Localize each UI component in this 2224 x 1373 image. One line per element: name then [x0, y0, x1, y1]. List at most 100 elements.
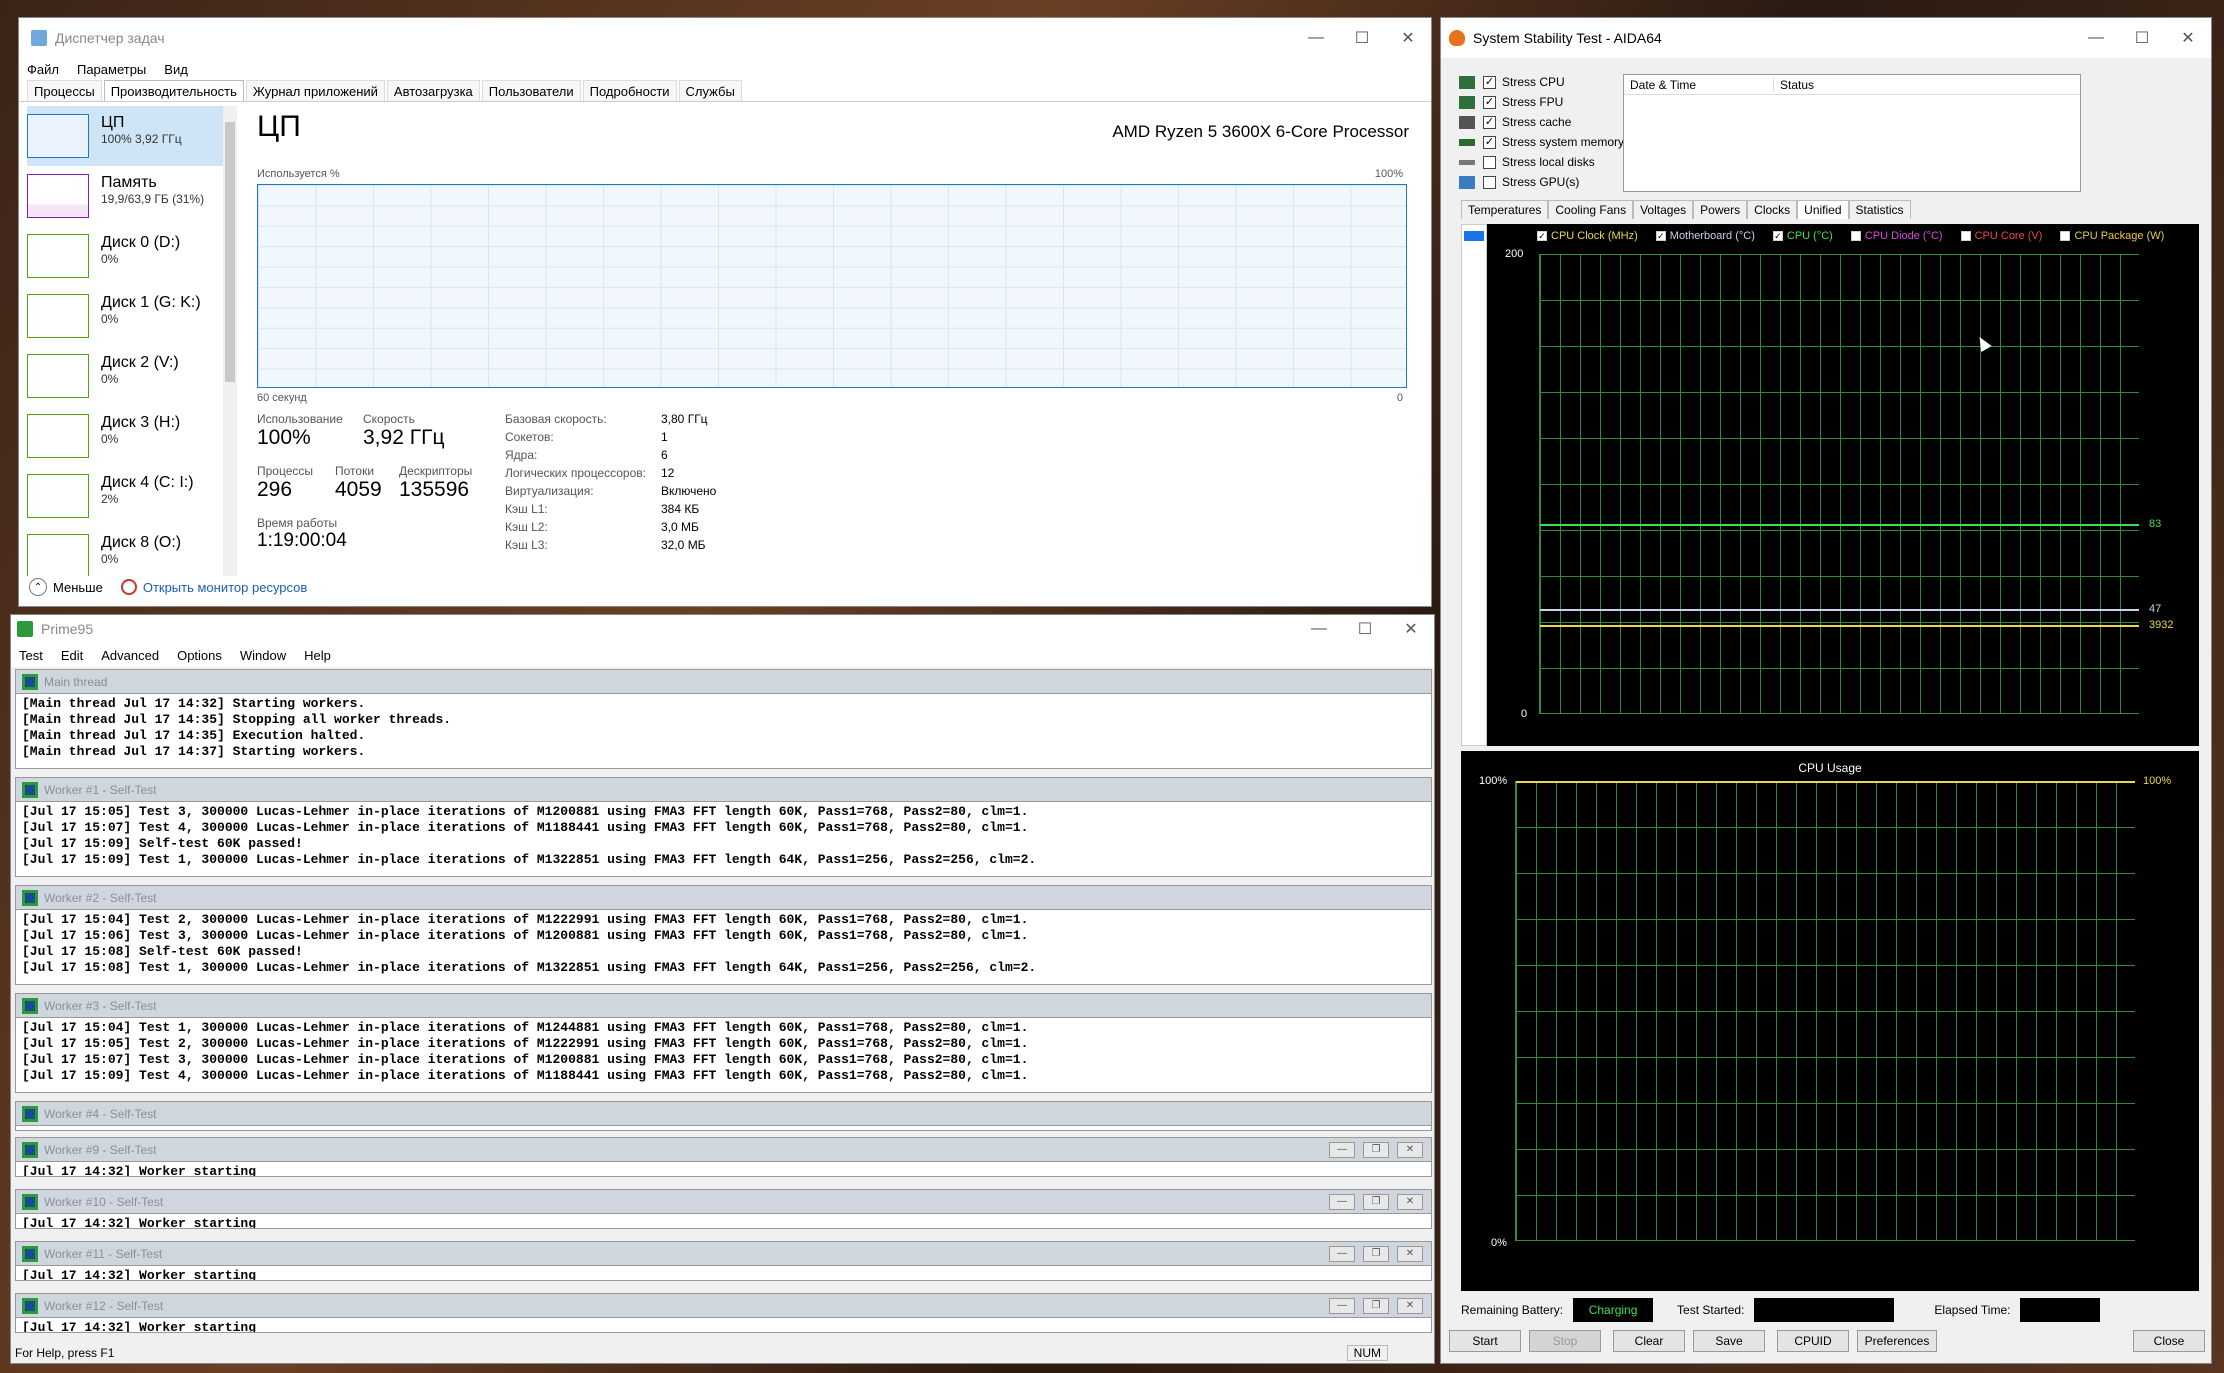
- checkbox-unchecked[interactable]: [1483, 155, 1496, 169]
- sidebar-item-cpu[interactable]: ЦП 100% 3,92 ГГц: [27, 106, 237, 166]
- close-icon[interactable]: ✕: [1385, 18, 1431, 58]
- menu-window[interactable]: Window: [240, 648, 286, 663]
- sidebar-item-disk2[interactable]: Диск 2 (V:) 0%: [27, 346, 237, 406]
- menu-options[interactable]: Параметры: [77, 62, 146, 77]
- menu-options[interactable]: Options: [177, 648, 222, 663]
- stress-gpu-option[interactable]: Stress GPU(s): [1459, 172, 1624, 192]
- checkbox-checked[interactable]: ✓: [1655, 231, 1666, 241]
- aida-titlebar[interactable]: System Stability Test - AIDA64 — ☐ ✕: [1441, 18, 2211, 58]
- worker-10-window[interactable]: Worker #10 - Self-Test — ❐ ✕ [Jul 17 14:32…: [15, 1189, 1432, 1229]
- checkbox-checked[interactable]: ✓: [1483, 95, 1496, 109]
- graph-side-scroll[interactable]: [1461, 224, 1487, 746]
- sidebar-item-disk3[interactable]: Диск 3 (H:) 0%: [27, 406, 237, 466]
- checkbox-unchecked[interactable]: [2060, 231, 2071, 241]
- menu-advanced[interactable]: Advanced: [101, 648, 159, 663]
- chevron-up-icon[interactable]: ⌃: [29, 578, 47, 596]
- worker-4-window[interactable]: Worker #4 - Self-Test: [15, 1101, 1432, 1131]
- maximize-icon[interactable]: ☐: [1339, 18, 1385, 58]
- checkbox-checked[interactable]: ✓: [1537, 231, 1547, 241]
- column-status[interactable]: Status: [1774, 78, 1814, 92]
- checkbox-checked[interactable]: ✓: [1772, 231, 1783, 241]
- column-date-time[interactable]: Date & Time: [1624, 77, 1774, 92]
- close-icon[interactable]: ✕: [1388, 615, 1434, 643]
- tab-powers[interactable]: Powers: [1693, 200, 1748, 219]
- legend-cpu-core[interactable]: CPU Core (V): [1960, 230, 2042, 242]
- tab-app-history[interactable]: Журнал приложений: [245, 80, 385, 101]
- menu-file[interactable]: Файл: [27, 62, 59, 77]
- fewer-details-link[interactable]: Меньше: [53, 580, 103, 595]
- maximize-icon[interactable]: ☐: [1342, 615, 1388, 643]
- legend-cpu-package[interactable]: CPU Package (W): [2060, 230, 2164, 242]
- main-thread-window[interactable]: Main thread [Main thread Jul 17 14:32] S…: [15, 669, 1432, 769]
- sidebar-scrollbar[interactable]: [223, 106, 237, 576]
- menu-test[interactable]: Test: [19, 648, 43, 663]
- tab-services[interactable]: Службы: [678, 80, 742, 101]
- minimize-icon[interactable]: —: [1293, 18, 1339, 58]
- stop-button[interactable]: Stop: [1529, 1330, 1601, 1352]
- close-icon[interactable]: ✕: [1397, 1193, 1423, 1210]
- tab-unified[interactable]: Unified: [1797, 200, 1849, 219]
- minimize-icon[interactable]: —: [2073, 18, 2119, 58]
- tab-processes[interactable]: Процессы: [27, 80, 102, 101]
- sidebar-item-disk4[interactable]: Диск 4 (C: I:) 2%: [27, 466, 237, 526]
- p95-titlebar[interactable]: Prime95 — ☐ ✕: [11, 615, 1434, 643]
- tab-users[interactable]: Пользователи: [481, 80, 581, 101]
- tab-details[interactable]: Подробности: [582, 80, 677, 101]
- tab-temperatures[interactable]: Temperatures: [1461, 200, 1549, 219]
- stress-disks-option[interactable]: Stress local disks: [1459, 152, 1624, 172]
- worker-12-window[interactable]: Worker #12 - Self-Test — ❐ ✕ [Jul 17 14:32…: [15, 1293, 1432, 1333]
- status-log-table[interactable]: Date & Time Status: [1623, 74, 2081, 192]
- restore-icon[interactable]: ❐: [1363, 1245, 1389, 1262]
- minimize-icon[interactable]: —: [1296, 615, 1342, 643]
- stress-cpu-option[interactable]: ✓ Stress CPU: [1459, 72, 1624, 92]
- restore-icon[interactable]: ❐: [1363, 1141, 1389, 1158]
- checkbox-unchecked[interactable]: [1850, 231, 1861, 241]
- menu-view[interactable]: Вид: [164, 62, 188, 77]
- close-icon[interactable]: ✕: [1397, 1245, 1423, 1262]
- minimize-icon[interactable]: —: [1329, 1193, 1355, 1210]
- sidebar-item-memory[interactable]: Память 19,9/63,9 ГБ (31%): [27, 166, 237, 226]
- tab-clocks[interactable]: Clocks: [1747, 200, 1798, 219]
- stress-cache-option[interactable]: ✓ Stress cache: [1459, 112, 1624, 132]
- minimize-icon[interactable]: —: [1329, 1245, 1355, 1262]
- start-button[interactable]: Start: [1449, 1330, 1521, 1352]
- tm-titlebar[interactable]: Диспетчер задач — ☐ ✕: [19, 18, 1431, 58]
- checkbox-checked[interactable]: ✓: [1483, 135, 1496, 149]
- checkbox-checked[interactable]: ✓: [1483, 115, 1496, 129]
- checkbox-unchecked[interactable]: [1960, 231, 1971, 241]
- cpuid-button[interactable]: CPUID: [1777, 1330, 1849, 1352]
- worker-1-window[interactable]: Worker #1 - Self-Test [Jul 17 15:05] Tes…: [15, 777, 1432, 877]
- checkbox-checked[interactable]: ✓: [1483, 75, 1496, 89]
- legend-cpu-temp[interactable]: ✓ CPU (°C): [1772, 230, 1833, 242]
- stress-memory-option[interactable]: ✓ Stress system memory: [1459, 132, 1624, 152]
- legend-motherboard[interactable]: ✓ Motherboard (°C): [1655, 230, 1755, 242]
- sidebar-item-disk0[interactable]: Диск 0 (D:) 0%: [27, 226, 237, 286]
- worker-9-window[interactable]: Worker #9 - Self-Test — ❐ ✕ [Jul 17 14:32]…: [15, 1137, 1432, 1177]
- worker-11-window[interactable]: Worker #11 - Self-Test — ❐ ✕ [Jul 17 14:32…: [15, 1241, 1432, 1281]
- legend-cpu-clock[interactable]: ✓ CPU Clock (MHz): [1537, 230, 1638, 242]
- scrollbar-thumb[interactable]: [225, 122, 235, 382]
- sidebar-item-disk1[interactable]: Диск 1 (G: K:) 0%: [27, 286, 237, 346]
- preferences-button[interactable]: Preferences: [1857, 1330, 1937, 1352]
- sidebar-item-disk8[interactable]: Диск 8 (O:) 0%: [27, 526, 237, 576]
- close-button[interactable]: Close: [2133, 1330, 2205, 1352]
- checkbox-unchecked[interactable]: [1483, 175, 1496, 189]
- tab-startup[interactable]: Автозагрузка: [386, 80, 480, 101]
- legend-cpu-diode[interactable]: CPU Diode (°C): [1850, 230, 1943, 242]
- close-icon[interactable]: ✕: [1397, 1141, 1423, 1158]
- maximize-icon[interactable]: ☐: [2119, 18, 2165, 58]
- tab-voltages[interactable]: Voltages: [1633, 200, 1694, 219]
- clear-button[interactable]: Clear: [1613, 1330, 1685, 1352]
- open-resource-monitor-link[interactable]: Открыть монитор ресурсов: [143, 580, 307, 595]
- close-icon[interactable]: ✕: [1397, 1297, 1423, 1314]
- worker-2-window[interactable]: Worker #2 - Self-Test [Jul 17 15:04] Tes…: [15, 885, 1432, 985]
- tab-cooling-fans[interactable]: Cooling Fans: [1548, 200, 1634, 219]
- minimize-icon[interactable]: —: [1329, 1297, 1355, 1314]
- worker-3-window[interactable]: Worker #3 - Self-Test [Jul 17 15:04] Tes…: [15, 993, 1432, 1093]
- tab-statistics[interactable]: Statistics: [1848, 200, 1911, 219]
- stress-fpu-option[interactable]: ✓ Stress FPU: [1459, 92, 1624, 112]
- save-button[interactable]: Save: [1693, 1330, 1765, 1352]
- menu-edit[interactable]: Edit: [61, 648, 83, 663]
- minimize-icon[interactable]: —: [1329, 1141, 1355, 1158]
- close-icon[interactable]: ✕: [2165, 18, 2211, 58]
